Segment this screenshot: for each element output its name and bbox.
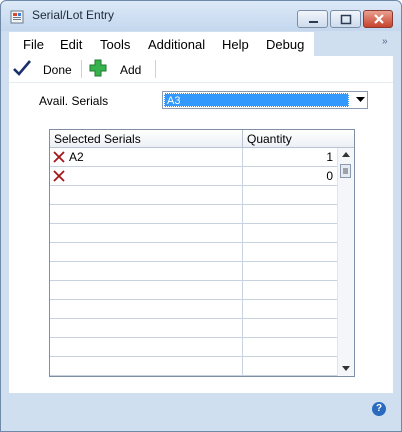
help-icon[interactable]: ? (372, 402, 386, 416)
close-button[interactable] (363, 10, 393, 28)
empty-row[interactable] (50, 186, 337, 205)
empty-row[interactable] (50, 300, 337, 319)
empty-row[interactable] (50, 281, 337, 300)
menu-file[interactable]: File (23, 37, 44, 52)
menu-help[interactable]: Help (222, 37, 249, 52)
scrollbar-thumb[interactable] (340, 164, 351, 178)
scroll-down-icon[interactable] (342, 366, 350, 371)
scroll-up-icon[interactable] (342, 152, 350, 157)
column-header-quantity[interactable]: Quantity (247, 132, 292, 146)
empty-row[interactable] (50, 224, 337, 243)
menu-bar: File Edit Tools Additional Help Debug (9, 32, 393, 56)
title-bar[interactable]: Serial/Lot Entry (1, 1, 401, 31)
app-icon (10, 10, 24, 24)
table-row[interactable]: 0 (50, 167, 337, 186)
empty-row[interactable] (50, 243, 337, 262)
maximize-button[interactable] (330, 10, 361, 28)
checkmark-icon (13, 60, 31, 76)
empty-row[interactable] (50, 262, 337, 281)
empty-row[interactable] (50, 357, 337, 376)
status-footer: ? (9, 393, 393, 423)
add-button[interactable]: Add (120, 63, 141, 77)
minimize-button[interactable] (297, 10, 328, 28)
table-row[interactable]: A2 1 (50, 148, 337, 167)
done-button[interactable]: Done (43, 63, 72, 77)
toolbar: Done Add (9, 56, 393, 83)
selected-serials-grid: Selected Serials Quantity A2 1 0 (49, 129, 355, 377)
avail-serials-label: Avail. Serials (39, 94, 109, 108)
add-plus-icon (89, 59, 107, 77)
quantity-cell[interactable]: 1 (326, 150, 333, 164)
main-panel: Avail. Serials A3 Selected Serials Quant… (9, 83, 393, 393)
avail-serials-dropdown[interactable]: A3 (162, 91, 368, 109)
column-header-selected-serials[interactable]: Selected Serials (54, 132, 141, 146)
vertical-scrollbar[interactable] (337, 148, 354, 376)
empty-row[interactable] (50, 338, 337, 357)
menu-tools[interactable]: Tools (100, 37, 130, 52)
window-title: Serial/Lot Entry (32, 8, 115, 22)
delete-x-icon[interactable] (53, 151, 65, 163)
menu-debug[interactable]: Debug (266, 37, 304, 52)
chevron-right-icon[interactable]: » (382, 36, 388, 47)
serial-cell[interactable]: A2 (69, 150, 84, 164)
serial-lot-entry-window: Serial/Lot Entry File Edit Tools Additio… (0, 0, 402, 432)
empty-row[interactable] (50, 205, 337, 224)
quantity-cell[interactable]: 0 (326, 169, 333, 183)
dropdown-arrow-icon[interactable] (356, 97, 365, 103)
close-icon (374, 14, 384, 24)
menu-edit[interactable]: Edit (60, 37, 82, 52)
empty-row[interactable] (50, 319, 337, 338)
minimize-icon (309, 21, 318, 23)
avail-serials-value: A3 (164, 93, 349, 107)
grid-header: Selected Serials Quantity (50, 130, 354, 148)
maximize-icon (340, 14, 352, 25)
menu-additional[interactable]: Additional (148, 37, 205, 52)
delete-x-icon[interactable] (53, 170, 65, 182)
